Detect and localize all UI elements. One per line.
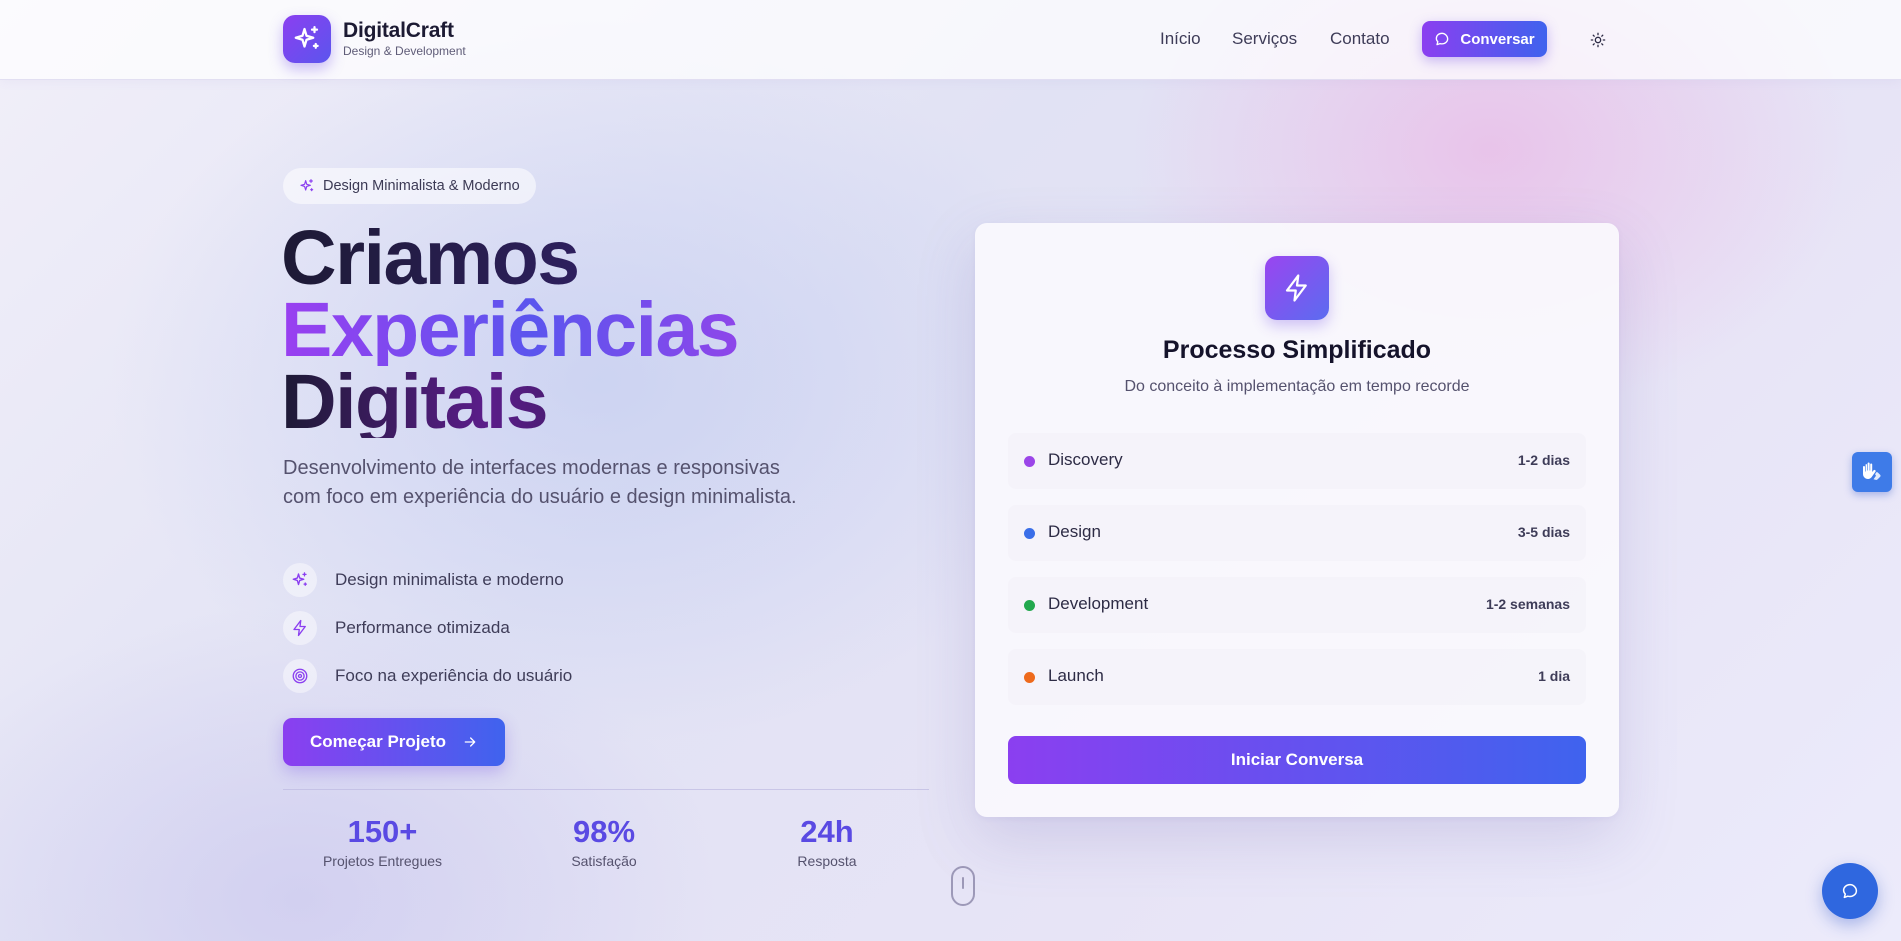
step-dot bbox=[1024, 456, 1035, 467]
nav-link-inicio[interactable]: Início bbox=[1160, 29, 1201, 49]
chat-button[interactable]: Conversar bbox=[1422, 21, 1547, 57]
sparkles-icon bbox=[300, 179, 314, 192]
stats-divider bbox=[283, 789, 929, 790]
stat-value: 98% bbox=[572, 814, 636, 849]
hero-title-line3: Digitais bbox=[281, 364, 738, 441]
lightning-icon bbox=[283, 611, 317, 645]
card-title: Processo Simplificado bbox=[1162, 336, 1432, 364]
stat-label: Projetos Entregues bbox=[322, 853, 443, 869]
hero-description: Desenvolvimento de interfaces modernas e… bbox=[283, 457, 797, 508]
hero-title-line1: Criamos bbox=[281, 220, 738, 297]
process-step-development: Development 1-2 semanas bbox=[1008, 577, 1586, 633]
chat-bubble-icon bbox=[1842, 883, 1858, 899]
stat-response: 24h Resposta bbox=[777, 812, 877, 870]
process-step-launch: Launch 1 dia bbox=[1008, 649, 1586, 705]
nav-link-contato[interactable]: Contato bbox=[1330, 29, 1390, 49]
start-project-button[interactable]: Começar Projeto bbox=[283, 718, 505, 766]
start-conversation-button[interactable]: Iniciar Conversa bbox=[1008, 736, 1586, 784]
feature-text: Foco na experiência do usuário bbox=[335, 666, 573, 685]
stat-label: Resposta bbox=[797, 853, 857, 869]
sun-icon bbox=[1590, 32, 1606, 48]
hands-icon bbox=[1863, 462, 1881, 480]
stat-value: 150+ bbox=[347, 814, 418, 849]
feature-item: Foco na experiência do usuário bbox=[283, 659, 572, 693]
feature-text: Design minimalista e moderno bbox=[335, 570, 564, 589]
process-step-discovery: Discovery 1-2 dias bbox=[1008, 433, 1586, 489]
stat-satisfaction: 98% Satisfação bbox=[554, 812, 654, 870]
stat-label: Satisfação bbox=[571, 853, 637, 869]
nav-link-servicos[interactable]: Serviços bbox=[1232, 29, 1297, 49]
chat-button-label: Conversar bbox=[1460, 30, 1535, 48]
step-dot bbox=[1024, 672, 1035, 683]
step-name: Launch bbox=[1048, 666, 1104, 685]
step-time: 1-2 dias bbox=[1517, 452, 1570, 468]
step-name: Discovery bbox=[1048, 450, 1123, 469]
process-card: Processo Simplificado Do conceito à impl… bbox=[975, 223, 1619, 817]
accessibility-sign-language-button[interactable] bbox=[1852, 452, 1892, 492]
brand[interactable]: DigitalCraft Design & Development bbox=[283, 15, 466, 63]
sparkles-logo-icon bbox=[283, 15, 331, 63]
feature-item: Design minimalista e moderno bbox=[283, 563, 564, 597]
hero-badge-label: Design Minimalista & Moderno bbox=[323, 178, 520, 194]
theme-toggle[interactable] bbox=[1580, 24, 1616, 56]
card-subtitle: Do conceito à implementação em tempo rec… bbox=[1124, 378, 1470, 395]
process-step-design: Design 3-5 dias bbox=[1008, 505, 1586, 561]
step-name: Development bbox=[1048, 594, 1149, 613]
step-time: 1 dia bbox=[1538, 668, 1570, 684]
step-time: 1-2 semanas bbox=[1485, 596, 1570, 612]
floating-chat-button[interactable] bbox=[1822, 863, 1878, 919]
step-time: 3-5 dias bbox=[1517, 524, 1570, 540]
sparkles-icon bbox=[283, 563, 317, 597]
stat-value: 24h bbox=[800, 814, 854, 849]
step-dot bbox=[1024, 528, 1035, 539]
feature-item: Performance otimizada bbox=[283, 611, 510, 645]
site-header: DigitalCraft Design & Development Início… bbox=[0, 0, 1901, 80]
lightning-icon bbox=[1265, 256, 1329, 320]
step-name: Design bbox=[1048, 522, 1101, 541]
hero-title: Criamos Experiências Digitais bbox=[281, 220, 740, 441]
scroll-indicator-icon[interactable] bbox=[951, 866, 975, 906]
stat-projects: 150+ Projetos Entregues bbox=[310, 812, 455, 870]
step-dot bbox=[1024, 600, 1035, 611]
feature-text: Performance otimizada bbox=[335, 618, 510, 637]
brand-name: DigitalCraft bbox=[343, 19, 454, 42]
brand-tagline: Design & Development bbox=[343, 44, 466, 58]
target-icon bbox=[283, 659, 317, 693]
arrow-right-icon bbox=[464, 737, 476, 747]
start-project-label: Começar Projeto bbox=[309, 732, 447, 751]
hero-badge: Design Minimalista & Moderno bbox=[283, 168, 536, 204]
chat-bubble-icon bbox=[1436, 32, 1449, 46]
hero-title-line2: Experiências bbox=[281, 287, 740, 373]
